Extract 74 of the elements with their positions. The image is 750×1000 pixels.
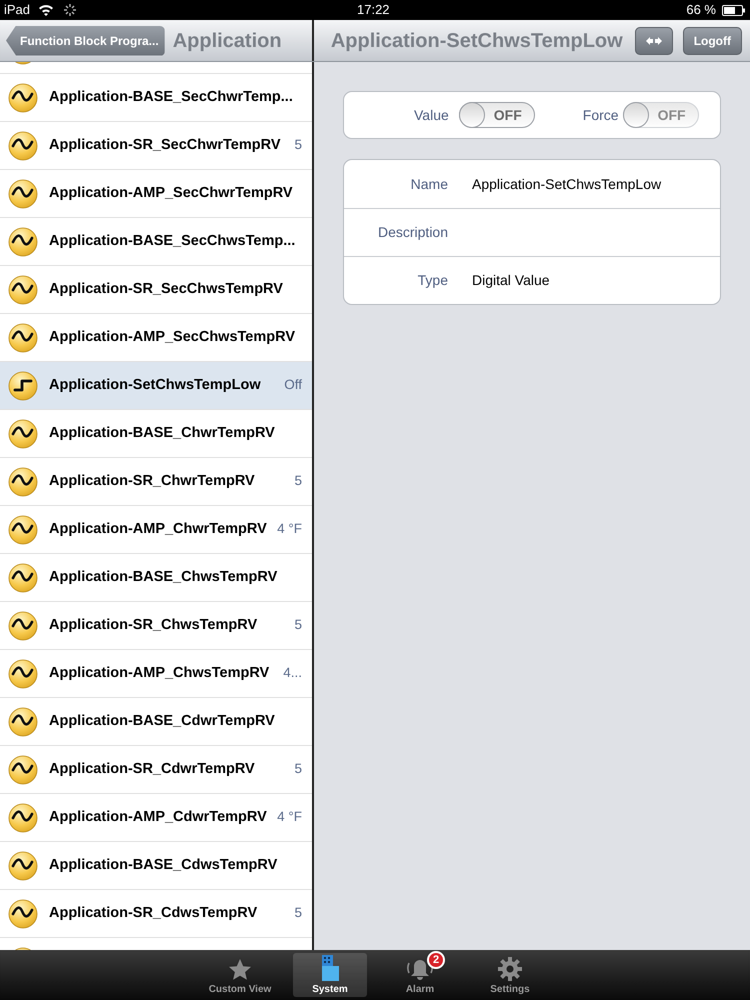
property-value: Application-SetChwsTempLow [472,174,662,194]
back-button[interactable]: Function Block Progra... [6,26,165,56]
item-value: Off [283,376,302,394]
sine-wave-icon [8,514,38,544]
item-value: 5 [293,472,302,490]
toggle-switch[interactable]: OFF [458,102,535,128]
item-label: Application-SR_SecChwsTempRV [49,280,283,299]
item-label: Application-SR_CdwsTempRV [49,904,258,923]
sine-wave-icon [8,226,38,256]
item-label: Application-BASE_SecChwrTemp... [49,88,293,107]
activity-spinner-icon [64,4,76,16]
sine-wave-icon [8,418,38,448]
nav-title: Application [172,28,282,54]
step-signal-icon [8,370,38,400]
item-label: Application-SR_SecChwrTempRV [49,136,281,155]
item-label: Application-AMP_SecChwrTempRV [49,184,293,203]
item-label: Application-BASE_SecChwsTemp... [49,232,296,251]
item-value: 5 [293,616,302,634]
bell-icon [405,958,435,982]
item-value: 5 [293,904,302,922]
item-label: Application-BASE_ChwrTempRV [49,424,275,443]
item-label: Application-BASE_CdwsTempRV [49,856,278,875]
device-name: iPad [4,1,30,20]
item-label: Application-AMP_SecChwsTempRV [49,328,296,347]
gear-icon [497,956,523,982]
item-label: Application-BASE_CdwrTempRV [49,712,275,731]
list-item[interactable]: Application-SetChwsTempLow Off [0,362,312,410]
sine-wave-icon [8,706,38,736]
item-label: Application-BASE_ChwsTempRV [49,568,278,587]
property-label: Name [410,174,448,194]
sine-wave-icon [8,898,38,928]
wifi-icon [38,4,54,16]
item-value: 5 [293,136,302,154]
item-label: Application-AMP_CdwrTempRV [49,808,267,827]
sine-wave-icon [8,274,38,304]
property-label: Type [416,271,448,290]
sine-wave-icon [8,562,38,592]
sine-wave-icon [8,802,38,832]
item-label: Application-SetChwsTempLow [49,376,261,395]
notification-badge: 2 [427,951,445,969]
sine-wave-icon [8,82,38,112]
sine-wave-icon [8,130,38,160]
item-value: 4... [282,664,302,682]
tab-item[interactable]: Custom View [203,953,277,997]
item-value: 4 °F [276,808,302,826]
double-arrow-icon [646,36,662,46]
item-label: Application-AMP_ChwsTempRV [49,664,270,683]
sine-wave-icon [8,178,38,208]
property-value: Digital Value [472,271,550,290]
item-label: Application-AMP_ChwrTempRV [49,520,267,539]
clock-time: 17:22 [357,1,390,20]
sine-wave-icon [8,610,38,640]
toggle-label: Force [582,106,619,124]
logoff-button[interactable]: Logoff [682,26,742,54]
sine-wave-icon [8,466,38,496]
item-label: Application-SR_ChwrTempRV [49,472,255,491]
tab-item[interactable]: System [293,953,367,997]
item-label: Application-SR_CdwrTempRV [49,760,255,779]
item-value: 5 [293,760,302,778]
battery-percent: 66 % [686,1,716,20]
toggle-label: Value [414,106,449,124]
swap-button[interactable] [634,26,673,54]
sine-wave-icon [8,322,38,352]
tab-item[interactable]: 2 Alarm [383,953,457,997]
sine-wave-icon [8,754,38,784]
item-value: 4 °F [276,520,302,538]
star-icon [228,958,252,982]
sine-wave-icon [8,850,38,880]
sine-wave-icon [8,658,38,688]
property-label: Description [376,223,448,242]
tab-item[interactable]: Settings [473,953,547,997]
battery-icon [722,4,746,16]
item-label: Application-SR_ChwsTempRV [49,616,258,635]
nav-title: Application-SetChwsTempLow [330,28,623,54]
